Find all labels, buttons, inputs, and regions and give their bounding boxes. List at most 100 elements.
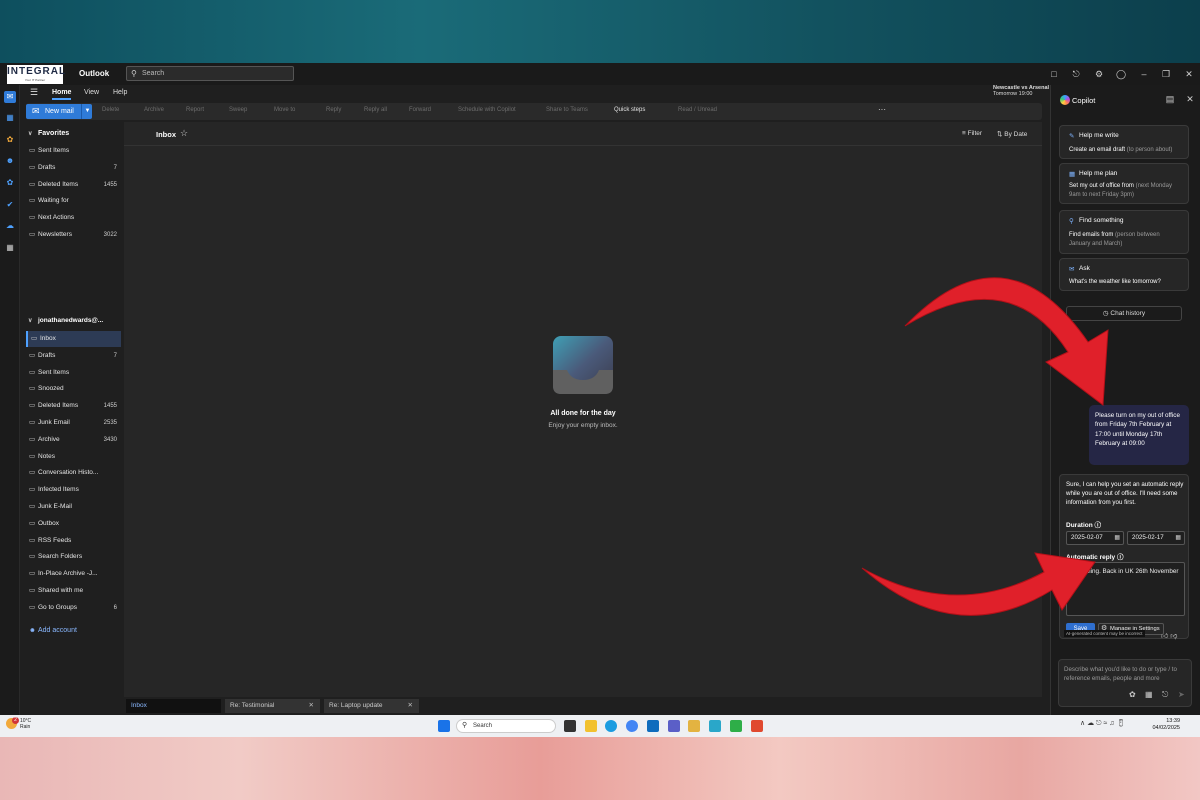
new-mail-button[interactable]: ✉ New mail ▼: [26, 104, 92, 119]
thumbs-up-icon[interactable]: 👍︎: [1161, 633, 1168, 640]
chat-history-button[interactable]: ◷ Chat history: [1066, 306, 1182, 321]
tab-re-testimonial[interactable]: Re: Testimonial ✕: [225, 699, 320, 713]
weather-widget[interactable]: 2 10°C Rain: [6, 717, 31, 730]
folder-notes[interactable]: ▭ Notes: [26, 449, 121, 465]
prompt-card-write[interactable]: ✎ Help me write Create an email draft (to…: [1059, 125, 1189, 159]
folder-inbox[interactable]: ▭ Inbox: [26, 331, 121, 347]
attach-grid-icon[interactable]: ▦: [1145, 690, 1153, 699]
prompt-card-ask[interactable]: ✉ Ask What's the weather like tomorrow?: [1059, 258, 1189, 291]
tab-inbox[interactable]: Inbox: [126, 699, 221, 713]
schedule-copilot-button[interactable]: Schedule with Copilot: [458, 107, 516, 113]
folder-sent-items[interactable]: ▭ Sent Items: [26, 143, 121, 159]
account-header[interactable]: ∨ jonathanedwards@...: [22, 313, 122, 329]
folder-next-actions[interactable]: ▭ Next Actions: [26, 210, 121, 226]
report-button[interactable]: Report: [186, 107, 204, 113]
close-icon[interactable]: ✕: [1183, 68, 1195, 80]
restore-icon[interactable]: ❐: [1160, 68, 1172, 80]
folder-drafts[interactable]: ▭ Drafts 7: [26, 348, 121, 364]
folder-shared-with-me[interactable]: ▭ Shared with me: [26, 583, 121, 599]
folder-junk-e-mail[interactable]: ▭ Junk E-Mail: [26, 499, 121, 515]
favorite-star-icon[interactable]: ☆: [180, 128, 188, 139]
reply-all-button[interactable]: Reply all: [364, 107, 387, 113]
people-icon[interactable]: ☻: [4, 155, 16, 167]
hamburger-icon[interactable]: ☰: [30, 87, 38, 98]
end-date-field[interactable]: 2025-02-17 ▦: [1127, 531, 1185, 545]
todo-icon[interactable]: ✔: [4, 199, 16, 211]
folder-infected-items[interactable]: ▭ Infected Items: [26, 482, 121, 498]
tab-view[interactable]: View: [84, 89, 99, 96]
taskbar-search[interactable]: ⚲ Search: [456, 719, 556, 733]
folder-outbox[interactable]: ▭ Outbox: [26, 516, 121, 532]
quick-steps-button[interactable]: Quick steps: [614, 107, 645, 113]
folder-sent-items[interactable]: ▭ Sent Items: [26, 365, 121, 381]
lightbulb-icon[interactable]: ◯: [1115, 68, 1127, 80]
tab-help[interactable]: Help: [113, 89, 127, 96]
onedrive-icon[interactable]: ☁: [4, 220, 16, 232]
tab-re-laptop-update[interactable]: Re: Laptop update ✕: [324, 699, 419, 713]
chrome-icon[interactable]: [626, 720, 638, 732]
app-icon[interactable]: [751, 720, 763, 732]
folder-rss-feeds[interactable]: ▭ RSS Feeds: [26, 533, 121, 549]
gear-icon[interactable]: ⚙: [1093, 68, 1105, 80]
edge-icon[interactable]: [605, 720, 617, 732]
tab-home[interactable]: Home: [52, 89, 72, 100]
folder-archive[interactable]: ▭ Archive 3430: [26, 432, 121, 448]
calendar-peek[interactable]: Newcastle vs Arsenal Tomorrow 19:00: [983, 85, 1049, 97]
start-icon[interactable]: [438, 720, 450, 732]
more-options-icon[interactable]: ···: [878, 105, 886, 114]
task-view-icon[interactable]: [564, 720, 576, 732]
move-to-button[interactable]: Move to: [274, 107, 295, 113]
meet-now-icon[interactable]: □: [1048, 68, 1060, 80]
folder-newsletters[interactable]: ▭ Newsletters 3022: [26, 227, 121, 243]
app-icon[interactable]: [709, 720, 721, 732]
apps-icon[interactable]: ▦: [4, 242, 16, 254]
prompt-card-plan[interactable]: ▦ Help me plan Set my out of office from …: [1059, 163, 1189, 204]
folder-deleted-items[interactable]: ▭ Deleted Items 1455: [26, 398, 121, 414]
chevron-down-icon[interactable]: ▼: [81, 104, 93, 119]
close-icon[interactable]: ✕: [408, 699, 413, 713]
folder-in-place-archive-j[interactable]: ▭ In-Place Archive -J...: [26, 566, 121, 582]
bell-icon[interactable]: ⎋: [1070, 68, 1082, 80]
folder-conversation-histo[interactable]: ▭ Conversation Histo...: [26, 465, 121, 481]
reply-button[interactable]: Reply: [326, 107, 341, 113]
teams-icon[interactable]: [668, 720, 680, 732]
copilot-rail-icon[interactable]: ✿: [4, 134, 16, 146]
folder-deleted-items[interactable]: ▭ Deleted Items 1455: [26, 177, 121, 193]
add-account-link[interactable]: ☻ Add account: [26, 623, 121, 639]
popout-icon[interactable]: ▤: [1164, 93, 1176, 105]
system-tray[interactable]: ∧ ☁ ⎋ ≈ ♫ 🔋︎: [1080, 719, 1125, 728]
close-copilot-icon[interactable]: ✕: [1184, 93, 1196, 105]
prompt-card-find[interactable]: ⚲ Find something Find emails from (person…: [1059, 210, 1189, 254]
sweep-button[interactable]: Sweep: [229, 107, 247, 113]
filter-button[interactable]: ≡ Filter: [962, 130, 982, 137]
prompt-gallery-icon[interactable]: ✿: [1129, 690, 1136, 699]
share-teams-button[interactable]: Share to Teams: [546, 107, 588, 113]
mail-icon[interactable]: ✉: [4, 91, 16, 103]
start-date-field[interactable]: 2025-02-07 ▦: [1066, 531, 1124, 545]
calendar-icon[interactable]: ▦: [4, 112, 16, 124]
search-input[interactable]: ⚲ Search: [126, 66, 294, 81]
minimize-icon[interactable]: –: [1138, 68, 1150, 80]
file-explorer-icon[interactable]: [585, 720, 597, 732]
groups-icon[interactable]: ✿: [4, 177, 16, 189]
delete-button[interactable]: Delete: [102, 107, 119, 113]
archive-button[interactable]: Archive: [144, 107, 164, 113]
clock[interactable]: 13:39 04/02/2025: [1150, 718, 1180, 732]
folder-go-to-groups[interactable]: ▭ Go to Groups 6: [26, 600, 121, 616]
sort-button[interactable]: ⇅ By Date: [997, 130, 1027, 138]
folder-waiting-for[interactable]: ▭ Waiting for: [26, 193, 121, 209]
folder-snoozed[interactable]: ▭ Snoozed: [26, 381, 121, 397]
forward-button[interactable]: Forward: [409, 107, 431, 113]
read-unread-button[interactable]: Read / Unread: [678, 107, 717, 113]
thumbs-down-icon[interactable]: 👎︎: [1170, 633, 1177, 640]
auto-reply-textarea[interactable]: Travelling. Back in UK 26th November: [1066, 562, 1185, 616]
microphone-icon[interactable]: ⎋: [1162, 690, 1168, 700]
folder-junk-email[interactable]: ▭ Junk Email 2535: [26, 415, 121, 431]
camtasia-icon[interactable]: [730, 720, 742, 732]
folder-drafts[interactable]: ▭ Drafts 7: [26, 160, 121, 176]
folder-search-folders[interactable]: ▭ Search Folders: [26, 549, 121, 565]
outlook-icon[interactable]: [647, 720, 659, 732]
copilot-prompt-box[interactable]: Describe what you'd like to do or type /…: [1058, 659, 1192, 707]
close-icon[interactable]: ✕: [309, 699, 314, 713]
app-icon[interactable]: [688, 720, 700, 732]
